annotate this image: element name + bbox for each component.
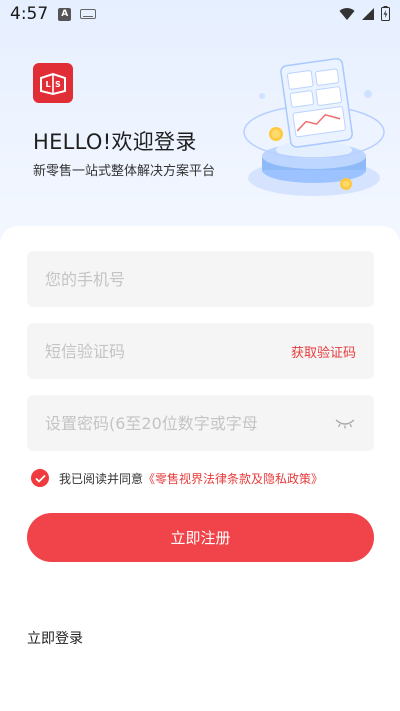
get-code-button[interactable]: 获取验证码 (291, 342, 356, 361)
sms-code-input[interactable] (45, 341, 291, 361)
platform-subtitle: 新零售一站式整体解决方案平台 (33, 164, 216, 179)
logo-icon: L S (33, 63, 73, 103)
keyboard-icon (80, 9, 97, 19)
svg-text:S: S (55, 80, 61, 89)
agreement-text: 我已阅读并同意 (59, 471, 144, 486)
password-input[interactable] (45, 413, 334, 433)
sms-code-field: 获取验证码 (27, 323, 374, 379)
status-time: 4:57 (10, 4, 49, 24)
password-field (27, 395, 374, 451)
agreement-row: 我已阅读并同意 《零售视界法律条款及隐私政策》 (31, 469, 323, 487)
eye-closed-icon[interactable] (334, 416, 356, 430)
retail-illustration (243, 58, 385, 196)
login-link[interactable]: 立即登录 (27, 628, 83, 648)
text-a-icon: A (58, 7, 72, 21)
policy-link[interactable]: 《零售视界法律条款及隐私政策》 (143, 470, 323, 487)
battery-icon (381, 6, 390, 21)
signal-icon (362, 7, 374, 20)
phone-input[interactable] (45, 269, 356, 289)
check-icon (34, 474, 46, 483)
svg-text:L: L (46, 80, 51, 89)
status-bar: 4:57 A (0, 0, 400, 28)
phone-field (27, 251, 374, 307)
wifi-icon (339, 7, 355, 20)
agree-checkbox[interactable] (31, 469, 49, 487)
register-button[interactable]: 立即注册 (27, 513, 374, 562)
greeting-title: HELLO!欢迎登录 (33, 130, 197, 154)
status-icons (339, 6, 390, 21)
